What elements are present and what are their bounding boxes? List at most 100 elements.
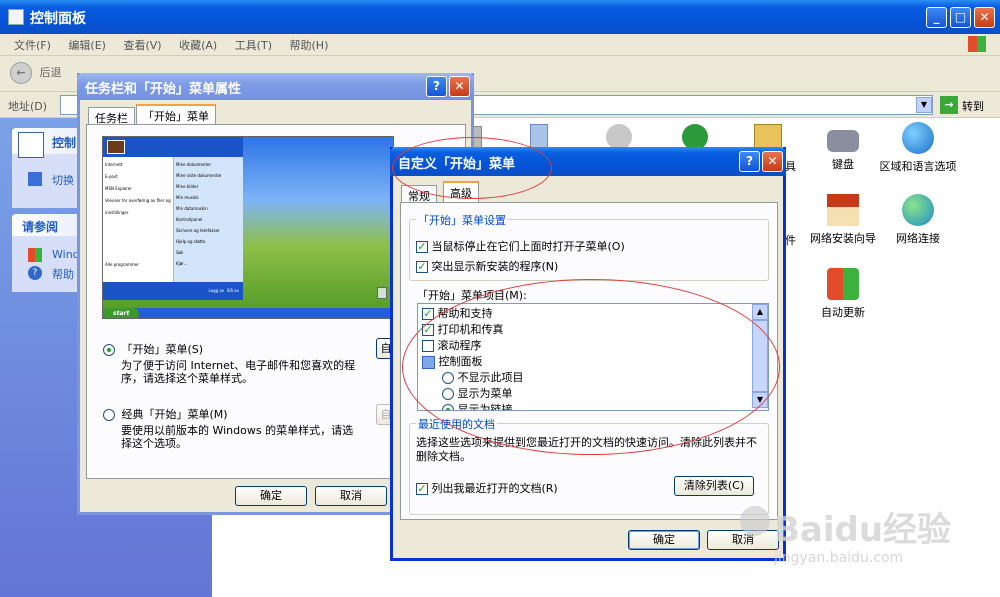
show-as-link-radio[interactable] [442,404,454,410]
customize-dialog-close-button[interactable]: ✕ [762,151,783,172]
list-recent-label[interactable]: 列出我最近打开的文档(R) [432,482,558,495]
windows-logo-icon [968,36,986,52]
list-item[interactable]: ✓ 帮助和支持 [422,306,752,322]
cp-title-bar: 控制面板 _ □ ✕ [0,0,1000,34]
classic-menu-radio-label[interactable]: 经典「开始」菜单(M) [122,408,228,421]
network-setup-label: 网络安装向导 [810,232,876,245]
keyboard-icon [827,130,859,152]
preview-right-item: Min musikk [176,195,199,200]
list-recent-option[interactable]: ✓ 列出我最近打开的文档(R) [416,480,558,496]
network-globe-icon [902,194,934,226]
network-connections-item[interactable]: 网络连接 [878,194,958,246]
network-setup-item[interactable]: 网络安装向导 [803,194,883,246]
address-label: 地址(D) [8,100,48,113]
start-menu-settings-label: 「开始」菜单设置 [416,212,508,228]
classic-menu-option[interactable]: 经典「开始」菜单(M) 要使用以前版本的 Windows 的菜单样式，请选择这个… [103,406,393,450]
globe-icon [902,122,934,154]
list-scrollbar[interactable]: ▲ ▼ [752,304,768,410]
back-button[interactable]: ← 后退 [10,62,62,86]
preview-all-programs: Alle programmer [105,262,139,267]
maximize-button[interactable]: □ [950,7,971,28]
tab-advanced[interactable]: 高级 [443,181,479,203]
preview-taskbar: start [103,308,393,318]
customize-dialog-title-bar: 自定义「开始」菜单 ? ✕ [390,147,786,176]
taskbar-ok-button[interactable]: 确定 [235,486,307,506]
hide-item-radio[interactable] [442,372,454,384]
close-button[interactable]: ✕ [974,7,995,28]
list-item-label: 打印机和传真 [437,323,504,336]
scroll-down-icon[interactable]: ▼ [752,392,768,408]
customize-start-menu-dialog: 自定义「开始」菜单 ? ✕ 常规 高级 「开始」菜单设置 ✓ 当鼠标停止在它们上… [390,147,786,561]
preview-menu-right: Mine dokumenter Mine siste dokumenter Mi… [173,157,243,282]
back-label: 后退 [39,66,62,79]
region-language-item[interactable]: 区域和语言选项 [878,122,958,174]
switch-view-icon [28,172,42,186]
auto-update-item[interactable]: 自动更新 [803,268,883,320]
menu-tools[interactable]: 工具(T) [235,39,272,52]
preview-menu-left: Internett E-post MSN Explorer Veiviser f… [103,157,173,282]
preview-right-item: Kjør... [176,261,188,266]
preview-right-item: Mine bilder [176,184,199,189]
preview-start-button: start [103,308,139,318]
customize-dialog-help-button[interactable]: ? [739,151,760,172]
menu-help[interactable]: 帮助(H) [290,39,329,52]
menu-file[interactable]: 文件(F) [14,39,51,52]
list-item-label: 显示为菜单 [457,387,513,400]
start-menu-radio-label[interactable]: 「开始」菜单(S) [122,343,204,356]
minimize-button[interactable]: _ [926,7,947,28]
address-dropdown-icon[interactable]: ▼ [916,97,932,113]
taskbar-dialog-title-bar: 任务栏和「开始」菜单属性 ? ✕ [77,73,474,100]
list-item[interactable]: 显示为菜单 [422,386,752,402]
highlight-new-option[interactable]: ✓ 突出显示新安装的程序(N) [416,258,558,274]
taskbar-dialog-close-button[interactable]: ✕ [449,76,470,97]
list-recent-checkbox[interactable]: ✓ [416,483,428,495]
switch-view-link[interactable]: 切换 [52,172,74,188]
taskbar-dialog-title: 任务栏和「开始」菜单属性 [85,82,242,97]
start-menu-radio[interactable] [103,344,115,356]
recent-docs-desc: 选择这些选项来提供到您最近打开的文档的快速访问。清除此列表并不删除文档。 [416,436,757,463]
list-item[interactable]: 滚动程序 [422,338,752,354]
scroll-up-icon[interactable]: ▲ [752,304,768,320]
scroll-programs-checkbox[interactable] [422,340,434,352]
windows-link[interactable]: Wind [52,248,80,261]
show-as-menu-radio[interactable] [442,388,454,400]
taskbar-dialog-help-button[interactable]: ? [426,76,447,97]
list-item[interactable]: 显示为链接 [422,402,752,411]
preview-menu-footer: Logg av Slå av [103,282,243,300]
partial-label-software: 件 [785,234,796,247]
customize-ok-button[interactable]: 确定 [628,530,700,550]
classic-menu-radio[interactable] [103,409,115,421]
tab-start-menu[interactable]: 「开始」菜单 [136,104,216,126]
open-submenu-label[interactable]: 当鼠标停止在它们上面时打开子菜单(O) [432,240,625,253]
help-link[interactable]: 帮助 [52,266,74,282]
menu-favorites[interactable]: 收藏(A) [179,39,217,52]
keyboard-item[interactable]: 键盘 [803,122,883,172]
list-item-label: 显示为链接 [457,403,513,411]
menu-items-list[interactable]: ✓ 帮助和支持 ✓ 打印机和传真 滚动程序 控制面板 不显示此项目 显示为菜单 … [417,303,769,411]
control-panel-icon [18,132,44,158]
auto-update-label: 自动更新 [821,306,865,319]
preview-left-item: Internett [105,162,123,167]
help-icon: ? [28,266,42,280]
network-connections-label: 网络连接 [896,232,940,245]
list-item[interactable]: 不显示此项目 [422,370,752,386]
open-submenu-option[interactable]: ✓ 当鼠标停止在它们上面时打开子菜单(O) [416,238,625,254]
go-arrow-icon[interactable]: → [940,96,958,114]
open-submenu-checkbox[interactable]: ✓ [416,241,428,253]
scroll-thumb[interactable] [752,320,768,392]
preview-right-item: Min datamaskin [176,206,208,211]
help-support-checkbox[interactable]: ✓ [422,308,434,320]
printers-checkbox[interactable]: ✓ [422,324,434,336]
go-button[interactable]: 转到 [962,98,984,114]
menu-view[interactable]: 查看(V) [123,39,161,52]
taskbar-cancel-button[interactable]: 取消 [315,486,387,506]
list-item[interactable]: ✓ 打印机和传真 [422,322,752,338]
highlight-new-label[interactable]: 突出显示新安装的程序(N) [432,260,559,273]
start-menu-settings-group: 「开始」菜单设置 ✓ 当鼠标停止在它们上面时打开子菜单(O) ✓ 突出显示新安装… [409,212,769,281]
preview-left-item: Veiviser for overføring av filer og inns… [105,198,171,215]
start-menu-option[interactable]: 「开始」菜单(S) 为了便于访问 Internet、电子邮件和您喜欢的程序，请选… [103,341,393,385]
menu-edit[interactable]: 编辑(E) [68,39,106,52]
preview-right-item: Mine dokumenter [176,162,212,167]
highlight-new-checkbox[interactable]: ✓ [416,261,428,273]
list-item-label: 不显示此项目 [457,371,524,384]
